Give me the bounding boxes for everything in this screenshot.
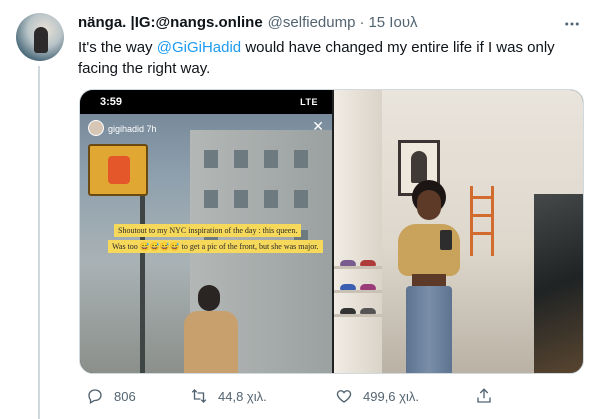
shelf [334,314,382,317]
retweet-icon [190,387,208,405]
phone-status-bar: 3:59 LTE [80,90,332,114]
reply-button[interactable]: 806 [86,387,136,405]
like-icon [335,387,353,405]
person-graphic [180,285,240,373]
hat-graphic [360,284,376,290]
media-photo-right[interactable] [334,90,583,373]
share-button[interactable] [475,387,493,405]
wall-section [334,90,382,373]
painting-graphic [534,194,583,373]
tweet-header: nänga. |IG:@nangs.online @selfiedump · 1… [78,14,551,34]
retweet-button[interactable]: 44,8 χιλ. [190,387,267,405]
like-count: 499,6 χιλ. [363,388,419,404]
avatar[interactable] [16,13,64,61]
action-bar: 806 44,8 χιλ. 499,6 χιλ. [78,386,538,406]
story-age: 7h [146,124,157,134]
tweet[interactable]: nänga. |IG:@nangs.online @selfiedump · 1… [0,0,591,419]
mention-link[interactable]: @GiGiHadid [157,39,241,56]
media-grid: 3:59 LTE gigihadid 7h ✕ Shoutout to my N… [79,89,584,374]
hat-graphic [360,260,376,266]
like-button[interactable]: 499,6 χιλ. [335,387,419,405]
story-caption-1: Shoutout to my NYC inspiration of the da… [114,224,302,237]
status-network: LTE [300,97,318,107]
separator: · [359,14,365,31]
story-caption-2: Was too 😅😅😅😅 to get a pic of the front, … [108,240,323,253]
reply-icon [86,387,104,405]
share-icon [475,387,493,405]
story-header: gigihadid 7h ✕ [80,118,332,142]
story-username: gigihadid [108,124,145,134]
status-clock: 3:59 [100,96,123,108]
tweet-text: It's the way @GiGiHadid would have chang… [78,37,568,79]
hat-graphic [360,308,376,314]
reply-count: 806 [114,388,136,404]
more-icon[interactable] [562,14,582,34]
tweet-date[interactable]: 15 Ιουλ [368,14,417,31]
walk-signal-graphic [88,144,148,196]
hat-graphic [340,284,356,290]
close-icon: ✕ [312,118,324,134]
hat-graphic [340,260,356,266]
woman-graphic [394,180,464,373]
story-avatar [88,120,104,136]
tweet-text-start: It's the way [78,39,157,56]
media-photo-left[interactable]: 3:59 LTE gigihadid 7h ✕ Shoutout to my N… [80,90,332,373]
thread-line [38,66,40,419]
hat-graphic [340,308,356,314]
handle[interactable]: @selfiedump [268,14,356,31]
shelf [334,290,382,293]
ladder-graphic [470,186,494,256]
retweet-count: 44,8 χιλ. [218,388,267,404]
display-name[interactable]: nänga. |IG:@nangs.online [78,14,263,31]
shelf [334,266,382,269]
